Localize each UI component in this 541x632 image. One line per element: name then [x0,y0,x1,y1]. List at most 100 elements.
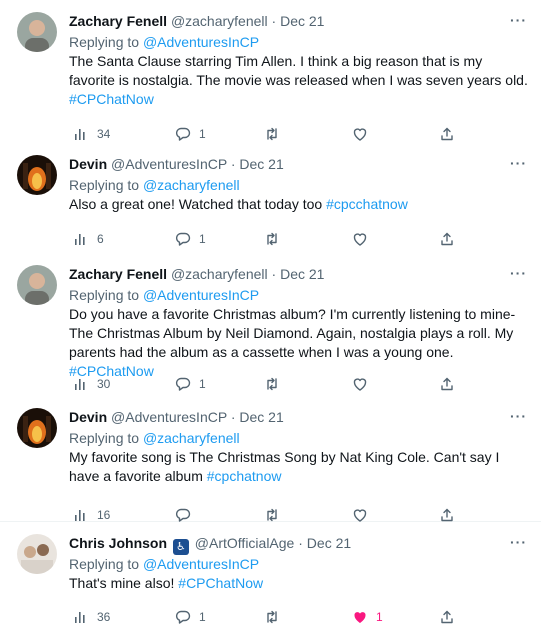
retweet-button[interactable] [264,125,280,143]
like-button[interactable]: 1 [352,608,383,626]
separator: · [230,156,236,172]
like-button[interactable] [352,375,368,393]
views-button[interactable]: 16 [73,506,110,524]
author-name[interactable]: Zachary Fenell [69,13,167,29]
reply-count: 1 [199,127,206,141]
share-button[interactable] [439,230,455,248]
retweet-button[interactable] [264,506,280,524]
retweet-button[interactable] [264,230,280,248]
author-handle[interactable]: @zacharyfenell [171,266,268,282]
reply-count: 1 [199,610,206,624]
replying-label: Replying to [69,430,140,446]
replying-mention[interactable]: @zacharyfenell [143,177,240,193]
like-button[interactable] [352,125,368,143]
reply-icon [175,126,191,142]
avatar[interactable] [17,12,57,52]
like-button[interactable] [352,506,368,524]
share-icon [439,507,455,523]
share-button[interactable] [439,125,455,143]
reply-button[interactable] [175,506,191,524]
views-button[interactable]: 30 [73,375,110,393]
hashtag-link[interactable]: #cpchatnow [207,468,282,484]
more-options-icon[interactable]: ··· [510,13,527,27]
more-options-icon[interactable]: ··· [510,409,527,423]
author-handle[interactable]: @AdventuresInCP [111,409,227,425]
share-button[interactable] [439,375,455,393]
views-count: 36 [97,610,111,624]
replying-mention[interactable]: @zacharyfenell [143,430,240,446]
tweet-text: That's mine also! [69,575,175,591]
more-options-icon[interactable]: ··· [510,535,527,549]
views-count: 30 [97,377,111,391]
tweet-text: Do you have a favorite Christmas album? … [69,306,516,360]
reply-button[interactable]: 1 [175,230,206,248]
replying-label: Replying to [69,287,140,303]
like-icon [352,376,368,392]
share-icon [439,376,455,392]
reply-icon [175,507,191,523]
author-handle[interactable]: @ArtOfficialAge [195,535,295,551]
tweet-date[interactable]: Dec 21 [239,409,283,425]
separator: · [271,13,277,29]
tweet-date[interactable]: Dec 21 [280,266,324,282]
reply-button[interactable]: 1 [175,375,206,393]
replying-label: Replying to [69,556,140,572]
avatar[interactable] [17,534,57,574]
views-icon [73,231,89,247]
separator: · [298,535,303,551]
tweet-actions: 36 1 1 [71,608,511,626]
share-button[interactable] [439,608,455,626]
author-handle[interactable]: @zacharyfenell [171,13,268,29]
reply-icon [175,376,191,392]
retweet-button[interactable] [264,375,280,393]
reply-icon [175,231,191,247]
reply-button[interactable]: 1 [175,608,206,626]
views-icon [73,609,89,625]
hashtag-link[interactable]: #CPChatNow [178,575,263,591]
tweet-date[interactable]: Dec 21 [280,13,324,29]
like-icon [352,609,368,625]
avatar[interactable] [17,408,57,448]
author-name[interactable]: Zachary Fenell [69,266,167,282]
replying-label: Replying to [69,177,140,193]
author-handle[interactable]: @AdventuresInCP [111,156,227,172]
replying-mention[interactable]: @AdventuresInCP [143,34,259,50]
tweet-date[interactable]: Dec 21 [307,535,351,551]
reply-count: 1 [199,377,206,391]
avatar[interactable] [17,155,57,195]
views-count: 16 [97,508,111,522]
like-button[interactable] [352,230,368,248]
retweet-icon [264,126,280,142]
separator: · [230,409,236,425]
views-button[interactable]: 34 [73,125,110,143]
more-options-icon[interactable]: ··· [510,156,527,170]
views-button[interactable]: 36 [73,608,110,626]
hashtag-link[interactable]: #CPChatNow [69,91,154,107]
accessibility-icon: ♿ [172,539,189,555]
like-icon [352,231,368,247]
like-count: 1 [376,610,383,624]
avatar[interactable] [17,265,57,305]
tweet-text: My favorite song is The Christmas Song b… [69,449,500,484]
share-icon [439,126,455,142]
retweet-button[interactable] [264,608,280,626]
hashtag-link[interactable]: #cpcchatnow [326,196,408,212]
tweet-date[interactable]: Dec 21 [239,156,283,172]
tweet-actions: 61 [71,230,511,248]
replying-label: Replying to [69,34,140,50]
share-button[interactable] [439,506,455,524]
author-name[interactable]: Chris Johnson [69,535,167,551]
tweet[interactable]: Devin @AdventuresInCP · Dec 21 Replying … [0,408,541,518]
reply-count: 1 [199,232,206,246]
retweet-icon [264,376,280,392]
tweet-text: Also a great one! Watched that today too [69,196,323,212]
tweet-actions: 34 1 [71,125,511,143]
separator: · [271,266,277,282]
replying-mention[interactable]: @AdventuresInCP [143,287,259,303]
replying-mention[interactable]: @AdventuresInCP [143,556,259,572]
author-name[interactable]: Devin [69,409,107,425]
author-name[interactable]: Devin [69,156,107,172]
more-options-icon[interactable]: ··· [510,266,527,280]
reply-button[interactable]: 1 [175,125,206,143]
views-button[interactable]: 6 [73,230,104,248]
